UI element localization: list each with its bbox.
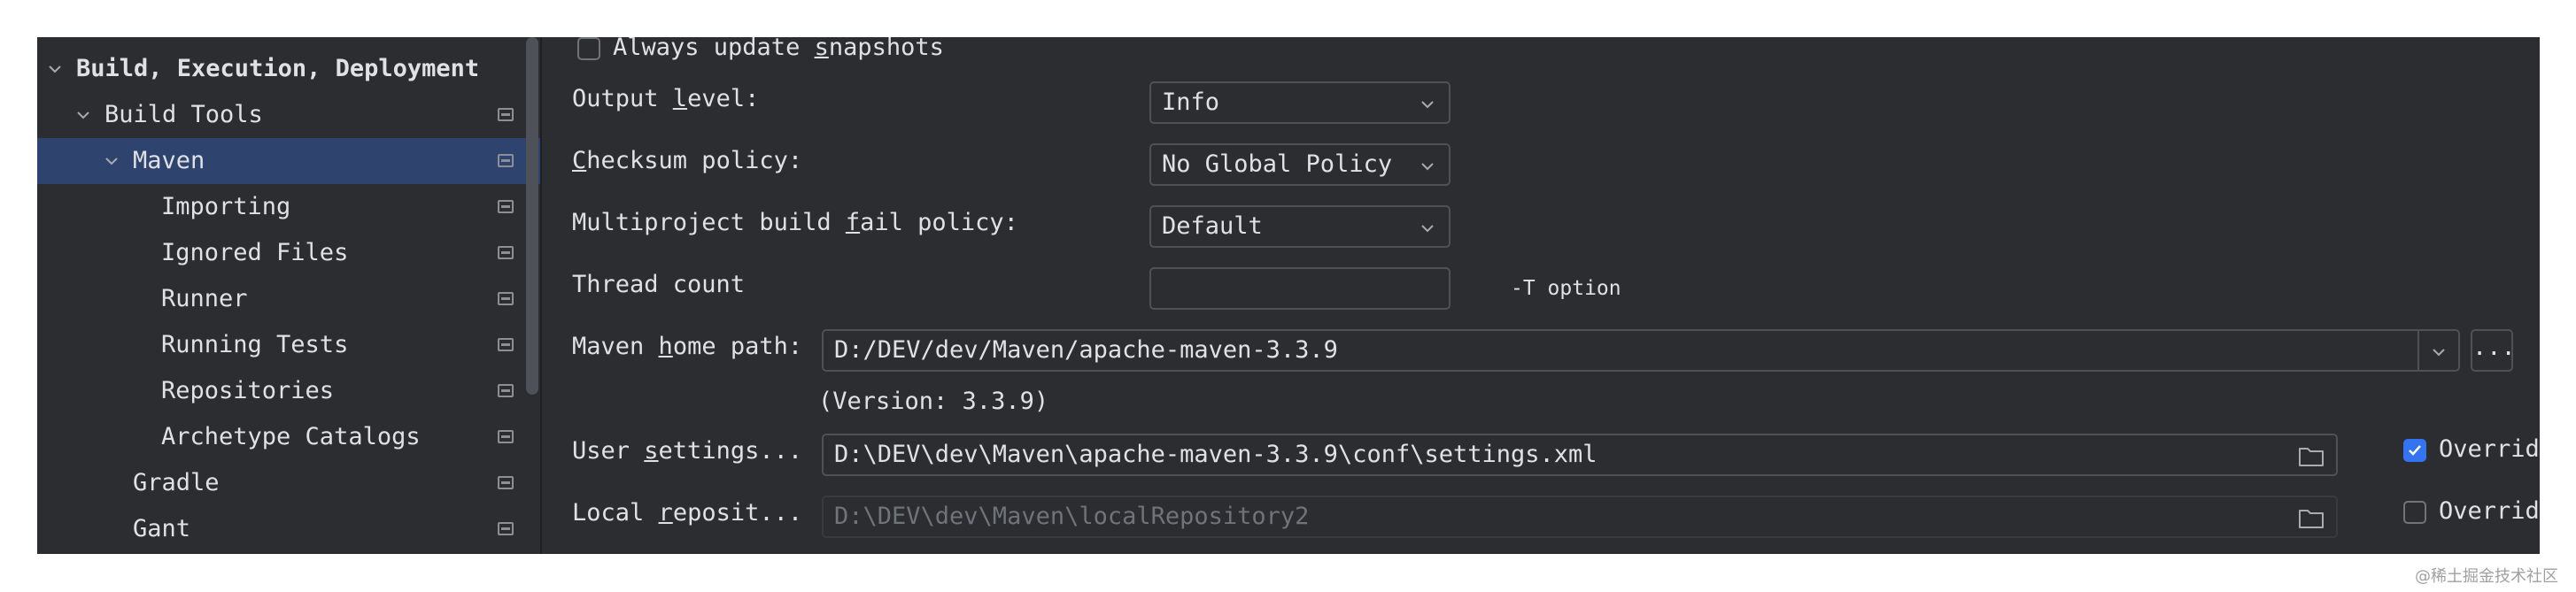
checksum-policy-dropdown[interactable]: No Global Policy — [1149, 143, 1450, 186]
user-settings-label: User settings... — [572, 437, 803, 465]
chevron-down-icon[interactable] — [69, 101, 97, 129]
folder-icon[interactable] — [2297, 506, 2325, 531]
user-settings-value: D:\DEV\dev\Maven\apache-maven-3.3.9\conf… — [834, 441, 1597, 468]
chevron-down-icon — [1421, 101, 1434, 109]
sidebar-item-gradle[interactable]: Gradle — [37, 460, 540, 506]
project-settings-icon — [498, 200, 514, 213]
output-level-label: Output level: — [572, 85, 760, 112]
chevron-down-icon — [1421, 163, 1434, 171]
sidebar-item-ignored-files[interactable]: Ignored Files — [37, 230, 540, 276]
local-repository-input[interactable]: D:\DEV\dev\Maven\localRepository2 — [822, 496, 2338, 538]
checksum-policy-value: No Global Policy — [1162, 150, 1393, 178]
sidebar-item-label: Importing — [161, 193, 291, 220]
sidebar-item-label: Repositories — [161, 377, 335, 404]
sidebar-item-importing[interactable]: Importing — [37, 184, 540, 230]
sidebar-item-label: Runner — [161, 285, 248, 312]
sidebar-item-archetype-catalogs[interactable]: Archetype Catalogs — [37, 414, 540, 460]
sidebar-item-label: Maven — [133, 147, 205, 174]
thread-count-label: Thread count — [572, 271, 746, 298]
sidebar-item-runner[interactable]: Runner — [37, 276, 540, 322]
output-level-dropdown[interactable]: Info — [1149, 81, 1450, 124]
sidebar-item-gant[interactable]: Gant — [37, 506, 540, 552]
checksum-policy-label: Checksum policy: — [572, 147, 803, 174]
sidebar-item-maven[interactable]: Maven — [37, 138, 540, 184]
sidebar-scrollbar[interactable] — [526, 37, 538, 395]
maven-home-path-combobox[interactable]: D:/DEV/dev/Maven/apache-maven-3.3.9 — [822, 329, 2460, 372]
combobox-separator — [2417, 331, 2419, 370]
sidebar-item-repositories[interactable]: Repositories — [37, 368, 540, 414]
always-update-snapshots-checkbox[interactable] — [577, 37, 600, 60]
project-settings-icon — [498, 154, 514, 167]
sidebar-item-build-tools[interactable]: Build Tools — [37, 92, 540, 138]
multiproject-fail-policy-dropdown[interactable]: Default — [1149, 205, 1450, 248]
watermark-text: @稀土掘金技术社区 — [2415, 567, 2558, 586]
project-settings-icon — [498, 338, 514, 351]
sidebar-item-build-execution-deployment[interactable]: Build, Execution, Deployment — [37, 46, 540, 92]
output-level-value: Info — [1162, 88, 1220, 116]
user-settings-input[interactable]: D:\DEV\dev\Maven\apache-maven-3.3.9\conf… — [822, 434, 2338, 476]
sidebar-item-label: Build, Execution, Deployment — [76, 55, 480, 82]
maven-settings-panel: Always update snapshots Output level: In… — [542, 37, 2540, 554]
sidebar-item-label: Gant — [133, 515, 191, 542]
project-settings-icon — [498, 108, 514, 121]
project-settings-icon — [498, 522, 514, 535]
multiproject-fail-policy-label: Multiproject build fail policy: — [572, 209, 1018, 236]
project-settings-icon — [498, 384, 514, 397]
project-settings-icon — [498, 246, 514, 259]
thread-count-hint: -T option — [1511, 277, 1621, 300]
maven-home-path-value: D:/DEV/dev/Maven/apache-maven-3.3.9 — [834, 336, 1338, 364]
local-repository-override-checkbox[interactable] — [2403, 501, 2426, 524]
sidebar-item-label: Gradle — [133, 469, 220, 496]
sidebar-item-label: Build Tools — [104, 101, 263, 128]
settings-window: Build, Execution, Deployment Build Tools… — [37, 37, 2540, 554]
sidebar-item-label: Ignored Files — [161, 239, 349, 266]
project-settings-icon — [498, 430, 514, 443]
chevron-down-icon[interactable] — [97, 147, 126, 175]
sidebar-item-label: Archetype Catalogs — [161, 423, 421, 450]
multiproject-fail-policy-value: Default — [1162, 212, 1263, 240]
thread-count-input[interactable] — [1149, 267, 1450, 310]
sidebar-item-label: Running Tests — [161, 331, 349, 358]
user-settings-override-label: Override — [2439, 435, 2540, 463]
chevron-down-icon — [1421, 225, 1434, 233]
browse-maven-home-button[interactable]: ... — [2471, 329, 2516, 372]
chevron-down-icon[interactable] — [2426, 340, 2451, 365]
maven-version-text: (Version: 3.3.9) — [818, 388, 1049, 415]
chevron-down-icon[interactable] — [41, 55, 69, 83]
settings-sidebar: Build, Execution, Deployment Build Tools… — [37, 37, 542, 554]
local-repository-label: Local reposit... — [572, 499, 803, 527]
local-repository-value: D:\DEV\dev\Maven\localRepository2 — [834, 503, 1310, 530]
folder-icon[interactable] — [2297, 444, 2325, 469]
project-settings-icon — [498, 476, 514, 489]
user-settings-override-checkbox[interactable] — [2403, 439, 2426, 462]
maven-home-path-label: Maven home path: — [572, 333, 803, 360]
local-repository-override-label: Override — [2439, 497, 2540, 525]
sidebar-item-running-tests[interactable]: Running Tests — [37, 322, 540, 368]
project-settings-icon — [498, 292, 514, 305]
checkmark-icon — [2409, 445, 2421, 456]
always-update-snapshots-label: Always update snapshots — [613, 37, 944, 61]
